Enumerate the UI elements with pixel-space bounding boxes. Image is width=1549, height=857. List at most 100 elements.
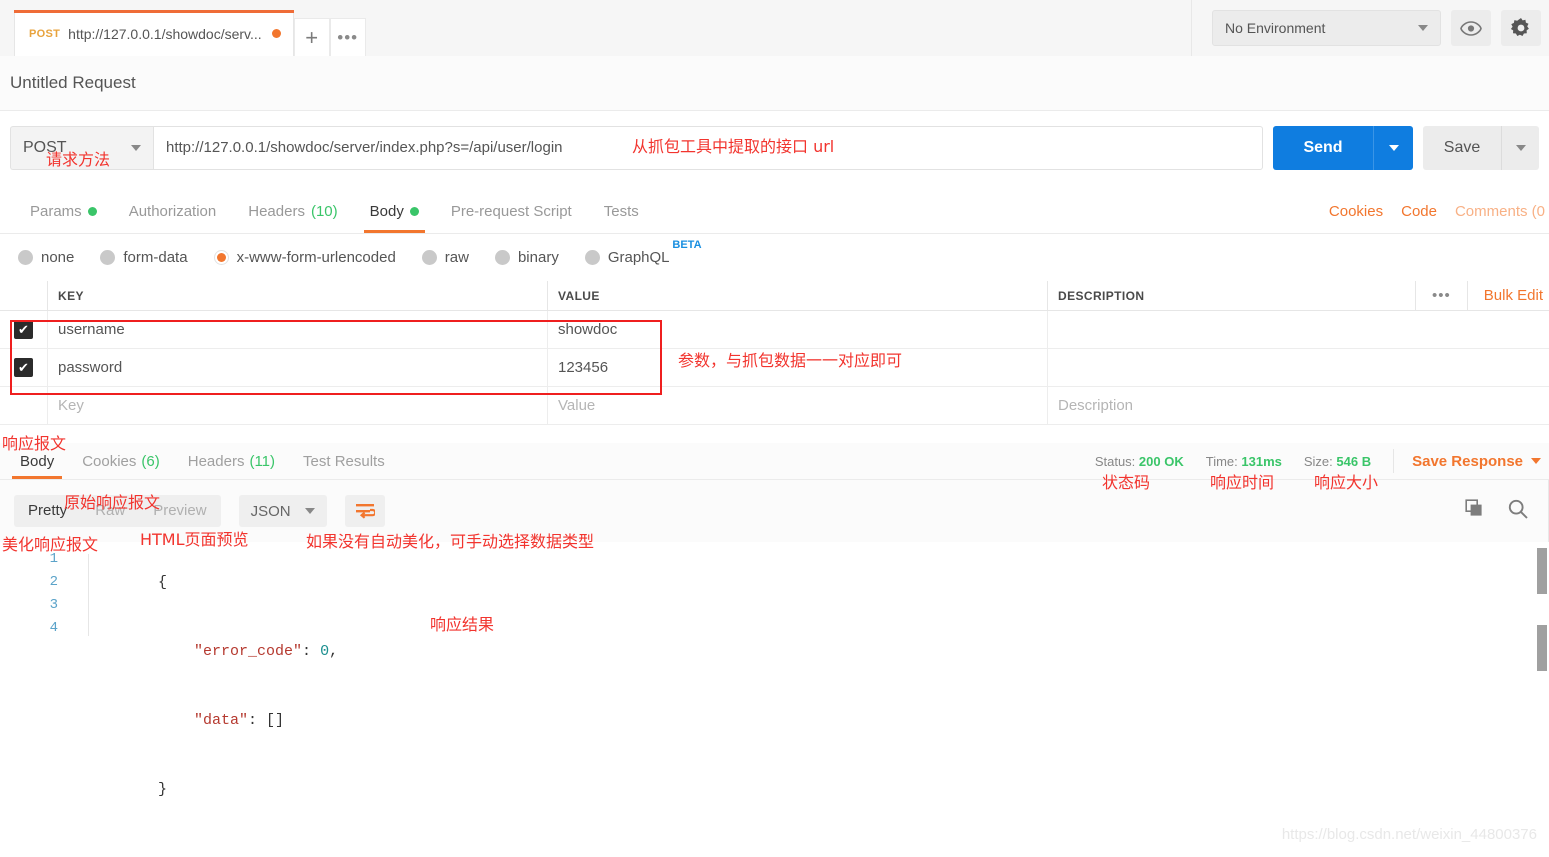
- header-description-cell: DESCRIPTION ••• Bulk Edit: [1048, 281, 1549, 310]
- tab-url-label: http://127.0.0.1/showdoc/serv...: [68, 25, 262, 42]
- chevron-down-icon: [304, 508, 315, 514]
- cookies-link[interactable]: Cookies: [1329, 203, 1383, 220]
- row-key-cell[interactable]: password: [48, 349, 548, 386]
- response-tab-cookies[interactable]: Cookies (6): [68, 443, 174, 479]
- vertical-scrollbar-thumb-top[interactable]: [1537, 548, 1547, 594]
- search-button[interactable]: [1507, 498, 1529, 525]
- response-tab-body-label: Body: [20, 452, 55, 470]
- table-row-empty[interactable]: Key Value Description: [0, 387, 1549, 425]
- tab-tests[interactable]: Tests: [588, 190, 655, 233]
- tab-authorization[interactable]: Authorization: [113, 190, 233, 233]
- body-type-none-label: none: [41, 248, 75, 266]
- code-tail: ,: [329, 643, 339, 660]
- request-tabs-right-links: Cookies Code Comments (0: [1329, 190, 1549, 233]
- request-tab-post-showdoc[interactable]: POST http://127.0.0.1/showdoc/serv...: [14, 10, 294, 56]
- code-link[interactable]: Code: [1401, 203, 1437, 220]
- row-checkbox-cell[interactable]: ✔: [0, 349, 48, 386]
- text-wrap-icon: [355, 504, 375, 519]
- save-button[interactable]: Save: [1423, 125, 1501, 170]
- header-value-cell: VALUE: [548, 281, 1048, 310]
- line-number: 3: [49, 597, 58, 613]
- request-tabs: Params Authorization Headers (10) Body P…: [0, 190, 1549, 234]
- response-tab-test-results-label: Test Results: [303, 452, 385, 470]
- top-bar: POST http://127.0.0.1/showdoc/serv... + …: [0, 0, 1549, 56]
- size-block: Size: 546 B: [1304, 454, 1371, 469]
- response-tab-headers[interactable]: Headers (11): [174, 443, 289, 479]
- response-tab-cookies-label: Cookies: [82, 452, 137, 470]
- vertical-scrollbar-thumb-bottom[interactable]: [1537, 625, 1547, 671]
- table-header-actions: ••• Bulk Edit: [1415, 281, 1549, 310]
- annotation-pretty: 美化响应报文: [2, 535, 99, 554]
- column-header-description: DESCRIPTION: [1058, 288, 1145, 303]
- chevron-down-icon: [131, 144, 141, 151]
- new-tab-button[interactable]: +: [293, 18, 330, 56]
- body-type-graphql[interactable]: GraphQL BETA: [584, 239, 702, 266]
- wrap-lines-button[interactable]: [344, 495, 385, 527]
- body-type-binary[interactable]: binary: [494, 249, 559, 266]
- row-value-cell[interactable]: Value: [548, 387, 1048, 424]
- tab-pre-request-script[interactable]: Pre-request Script: [435, 190, 588, 233]
- settings-button[interactable]: [1501, 10, 1541, 46]
- search-icon: [1508, 499, 1528, 519]
- annotation-method: 请求方法: [46, 150, 111, 169]
- row-description-cell[interactable]: Description: [1048, 387, 1549, 424]
- table-options-button[interactable]: •••: [1415, 281, 1467, 310]
- request-name-row: Untitled Request: [0, 56, 1549, 111]
- description-placeholder: Description: [1058, 397, 1134, 414]
- response-tab-headers-label: Headers: [187, 452, 245, 470]
- row-key-cell[interactable]: username: [48, 311, 548, 348]
- tab-headers[interactable]: Headers (10): [232, 190, 353, 233]
- table-row[interactable]: ✔ username showdoc: [0, 311, 1549, 349]
- row-checkbox-cell[interactable]: [0, 387, 48, 424]
- send-button[interactable]: Send: [1273, 125, 1373, 170]
- checkbox-checked-icon[interactable]: ✔: [14, 358, 33, 377]
- response-tab-headers-count: (11): [249, 452, 276, 470]
- body-type-x-www-form-urlencoded[interactable]: x-www-form-urlencoded: [213, 249, 396, 266]
- save-button-group: Save: [1423, 125, 1539, 170]
- row-description-cell[interactable]: [1048, 349, 1549, 386]
- code-key: "error_code": [194, 643, 303, 660]
- row-description-cell[interactable]: [1048, 311, 1549, 348]
- annotation-json: 如果没有自动美化，可手动选择数据类型: [306, 532, 595, 551]
- body-type-none[interactable]: none: [18, 249, 74, 266]
- response-body-code[interactable]: 1 2 3 4 { "error_code": 0, "data": [] }: [0, 542, 1549, 857]
- body-type-form-data[interactable]: form-data: [100, 249, 188, 266]
- environment-selector[interactable]: No Environment: [1212, 10, 1441, 46]
- tab-options-button[interactable]: •••: [329, 18, 366, 56]
- code-line-3: "data": []: [86, 686, 338, 755]
- environment-quick-look-button[interactable]: [1451, 10, 1491, 46]
- request-title[interactable]: Untitled Request: [10, 73, 136, 93]
- eye-icon: [1460, 20, 1482, 36]
- response-tab-test-results[interactable]: Test Results: [289, 443, 399, 479]
- row-key-value: password: [58, 359, 123, 376]
- status-value: 200 OK: [1138, 453, 1184, 469]
- response-language-dropdown[interactable]: JSON: [238, 495, 327, 527]
- tab-authorization-label: Authorization: [128, 203, 217, 220]
- bulk-edit-button[interactable]: Bulk Edit: [1466, 281, 1549, 310]
- table-header-row: KEY VALUE DESCRIPTION ••• Bulk Edit: [0, 281, 1549, 311]
- tab-headers-label: Headers: [248, 203, 305, 220]
- checkbox-checked-icon[interactable]: ✔: [14, 320, 33, 339]
- copy-button[interactable]: [1465, 498, 1485, 524]
- body-type-raw[interactable]: raw: [421, 248, 469, 266]
- send-options-button[interactable]: [1373, 125, 1413, 170]
- row-checkbox-cell[interactable]: ✔: [0, 311, 48, 348]
- row-value-value: 123456: [558, 359, 609, 376]
- annotation-status-code: 状态码: [1102, 473, 1151, 492]
- tab-params[interactable]: Params: [14, 190, 113, 233]
- comments-link[interactable]: Comments (0: [1455, 203, 1545, 220]
- save-response-button[interactable]: Save Response: [1393, 449, 1541, 473]
- time-value: 131ms: [1241, 453, 1282, 469]
- radio-selected-icon: [213, 249, 229, 265]
- save-options-button[interactable]: [1501, 125, 1539, 170]
- code-line-2: "error_code": 0,: [86, 617, 338, 686]
- watermark: https://blog.csdn.net/weixin_44800376: [1281, 826, 1537, 843]
- body-type-raw-label: raw: [444, 248, 469, 266]
- tab-body[interactable]: Body: [354, 190, 435, 233]
- row-key-cell[interactable]: Key: [48, 387, 548, 424]
- radio-icon: [100, 249, 116, 265]
- response-tab-cookies-count: (6): [141, 452, 160, 470]
- annotation-raw: 原始响应报文: [64, 493, 161, 512]
- row-value-cell[interactable]: showdoc: [548, 311, 1048, 348]
- chevron-down-icon: [1388, 144, 1399, 151]
